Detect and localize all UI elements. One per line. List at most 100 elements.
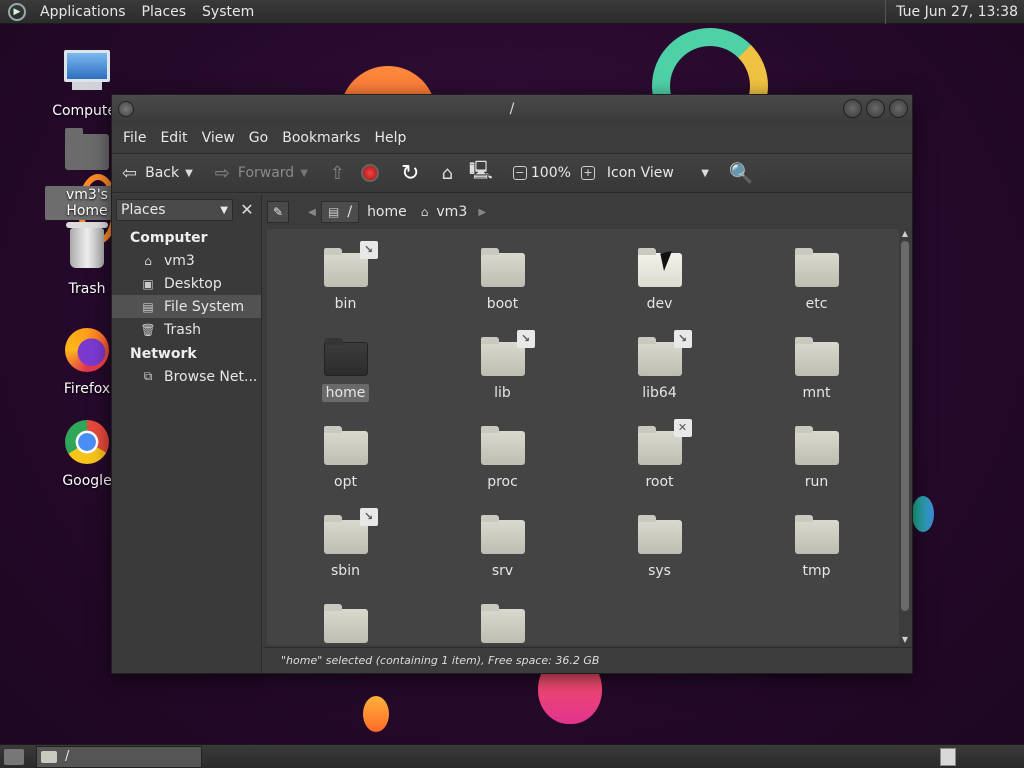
view-mode-label: Icon View [606,165,674,181]
search-icon[interactable]: 🔍 [729,161,754,185]
sidebar: Places ▼ ✕ Computer ⌂ vm3 ▣ Desktop ▤ Fi… [112,195,262,673]
view-mode-select[interactable]: Icon View ▼ [603,157,713,189]
minimize-button[interactable] [843,99,862,118]
file-name-label: opt [334,474,357,490]
file-name-label: sys [648,563,671,579]
folder-icon [794,248,839,287]
file-name-label: bin [334,296,357,312]
folder-icon [41,750,57,763]
file-name-label: lib [494,385,511,401]
toggle-location-entry-button[interactable]: ✎ [267,201,289,223]
reload-button[interactable]: ↻ [397,157,423,189]
home-button[interactable]: ⌂ [437,157,464,189]
file-item[interactable]: dev [581,237,738,326]
close-button[interactable] [889,99,908,118]
distro-logo-icon[interactable]: ▶ [8,2,26,21]
back-history-dropdown[interactable]: ▼ [185,168,193,179]
file-name-label: boot [486,296,519,312]
sidebar-item-label: Browse Net... [164,368,258,385]
symlink-emblem-icon: ↘ [516,330,535,348]
menu-help[interactable]: Help [367,123,413,153]
folder-icon [637,515,682,554]
sidebar-item-vm3[interactable]: ⌂ vm3 [112,249,261,272]
desktop-icon-label: Google [62,473,112,489]
places-menu[interactable]: Places [134,0,195,24]
file-name-label: lib64 [642,385,677,401]
file-item[interactable]: home [267,326,424,415]
file-item[interactable]: etc [738,237,895,326]
menu-edit[interactable]: Edit [153,123,194,153]
zoom-out-button[interactable]: − [512,166,527,180]
file-item[interactable]: mnt [738,326,895,415]
applications-menu[interactable]: Applications [32,0,134,24]
sidebar-item-browse-network[interactable]: ⧉ Browse Net... [112,365,261,388]
system-menu[interactable]: System [194,0,262,24]
back-button[interactable]: ⇦ Back ▼ [118,157,197,189]
chevron-down-icon: ▼ [701,167,709,179]
file-item[interactable] [424,593,581,645]
file-item[interactable]: opt [267,415,424,504]
scroll-up-icon[interactable]: ▲ [899,229,911,239]
zoom-level: 100% [530,165,571,181]
forward-history-dropdown[interactable]: ▼ [300,168,308,179]
file-item[interactable]: proc [424,415,581,504]
breadcrumb-home[interactable]: home [361,201,413,223]
drive-icon: ▤ [328,205,340,219]
clock[interactable]: Tue Jun 27, 13:38 [885,0,1024,24]
sidebar-pane-label: Places [121,202,166,218]
folder-icon [794,515,839,554]
file-name-label: root [645,474,674,490]
breadcrumb-vm3[interactable]: ⌂ vm3 [415,201,473,223]
menu-view[interactable]: View [195,123,242,153]
sidebar-section-computer: Computer [130,230,208,246]
up-button[interactable]: ⇧ [326,157,357,189]
sidebar-item-desktop[interactable]: ▣ Desktop [112,272,261,295]
icon-view[interactable]: ↘ bin boot dev etc home ↘ lib ↘ lib64 mnt opt proc ✕ r… [267,229,899,645]
vertical-scrollbar[interactable]: ▲ ▼ [899,229,911,645]
back-arrow-icon: ⇦ [122,162,138,184]
taskbar-window-button[interactable]: / [36,745,202,768]
file-item[interactable]: sys [581,504,738,593]
folder-icon [637,248,682,287]
sidebar-item-trash[interactable]: 🗑 Trash [112,318,261,341]
file-item[interactable]: ↘ lib [424,326,581,415]
scroll-down-icon[interactable]: ▼ [899,635,911,645]
scrollbar-thumb[interactable] [901,241,909,611]
computer-button[interactable]: 🖳 [465,157,505,189]
menu-file[interactable]: File [116,123,153,153]
wallpaper-shape [912,496,934,532]
window-titlebar[interactable]: / [112,95,912,123]
up-arrow-icon: ⇧ [329,162,345,184]
file-item[interactable]: ↘ sbin [267,504,424,593]
back-label: Back [145,165,180,181]
stop-button[interactable] [357,157,383,189]
workspace-switcher[interactable] [940,747,956,766]
sidebar-pane-select[interactable]: Places ▼ [116,199,233,221]
file-item[interactable]: run [738,415,895,504]
breadcrumb-root[interactable]: ▤ / [321,201,360,223]
file-item[interactable]: ✕ root [581,415,738,504]
breadcrumb-scroll-right-icon[interactable]: ▶ [475,207,489,218]
file-item[interactable]: boot [424,237,581,326]
forward-button[interactable]: ⇨ Forward ▼ [211,157,312,189]
file-item[interactable]: tmp [738,504,895,593]
content-pane: ✎ ◀ ▤ / home ⌂ vm3 ▶ ↘ bin boot dev etc home ↘… [263,195,912,673]
sidebar-item-file-system[interactable]: ▤ File System [112,295,261,318]
location-bar: ✎ ◀ ▤ / home ⌂ vm3 ▶ [263,195,912,229]
file-item[interactable] [267,593,424,645]
file-item[interactable]: ↘ lib64 [581,326,738,415]
folder-icon [480,515,525,554]
file-item[interactable]: ↘ bin [267,237,424,326]
network-icon: ⧉ [143,369,153,383]
maximize-button[interactable] [866,99,885,118]
window-menu-icon[interactable] [118,101,134,117]
sidebar-close-icon[interactable]: ✕ [237,199,257,221]
sidebar-item-label: vm3 [164,252,195,269]
zoom-in-button[interactable]: + [580,166,595,180]
folder-icon [323,604,368,643]
file-item[interactable]: srv [424,504,581,593]
menu-go[interactable]: Go [242,123,275,153]
menu-bookmarks[interactable]: Bookmarks [275,123,367,153]
show-desktop-icon[interactable] [4,748,24,765]
breadcrumb-scroll-left-icon[interactable]: ◀ [305,207,319,218]
